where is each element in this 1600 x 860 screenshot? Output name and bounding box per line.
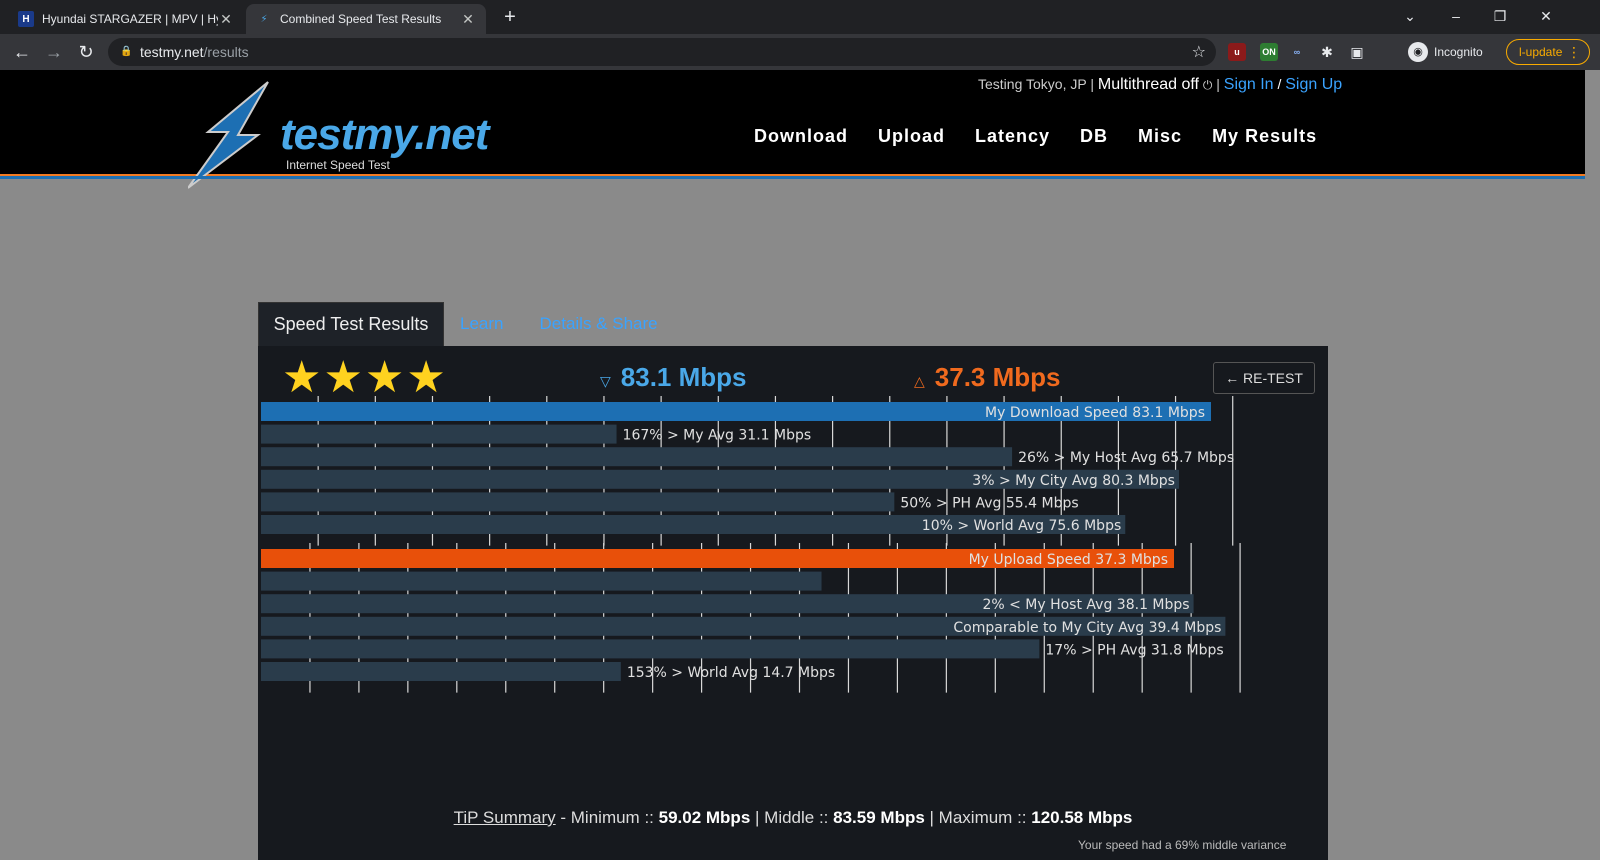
side-panel-icon[interactable]: ▣ [1348, 43, 1366, 61]
comparison-bar [261, 571, 822, 591]
bar-label: 167% > My Avg 31.1 Mbps [623, 428, 812, 444]
lightning-bolt-icon [187, 81, 269, 189]
browser-tab-hyundai[interactable]: H Hyundai STARGAZER | MPV | Hyu ✕ [8, 4, 244, 34]
nav-upload[interactable]: Upload [878, 126, 945, 147]
comparison-bar-chart: My Download Speed 83.1 Mbps 167% > My Avg… [261, 396, 1241, 693]
tab-search-icon[interactable]: ⌄ [1390, 4, 1430, 28]
close-tab-icon[interactable]: ✕ [218, 11, 234, 28]
nav-my-results[interactable]: My Results [1212, 126, 1317, 147]
sign-up-link[interactable]: Sign Up [1285, 76, 1342, 93]
lock-icon: 🔒 [120, 46, 133, 57]
comparison-bar [261, 662, 621, 681]
glasses-extension-icon[interactable]: ∞ [1288, 43, 1306, 61]
incognito-profile-button[interactable]: ◉ Incognito [1408, 41, 1483, 63]
logo-wordmark: testmy.net [280, 110, 489, 159]
extensions-puzzle-icon[interactable]: ✱ [1318, 43, 1336, 61]
update-button[interactable]: l-update ⋮ [1506, 39, 1590, 65]
tab-details-share[interactable]: Details & Share [539, 314, 657, 334]
tip-summary: TiP Summary - Minimum :: 59.02 Mbps | Mi… [453, 808, 1133, 827]
browser-tab-speedtest[interactable]: ⚡ Combined Speed Test Results ✕ [246, 4, 486, 34]
close-window-button[interactable]: ✕ [1526, 4, 1566, 28]
results-panel: ★★★★ ▽ 83.1 Mbps △ 37.3 Mbps ← RE-TEST My … [258, 346, 1328, 860]
bar-label: My Download Speed 83.1 Mbps [985, 405, 1205, 421]
logo-subtitle: Internet Speed Test [286, 158, 390, 172]
sign-in-link[interactable]: Sign In [1224, 76, 1274, 93]
back-icon[interactable]: ← [10, 40, 34, 64]
results-tabs: Speed Test Results Learn Details & Share [258, 302, 658, 346]
bar-label: 153% > World Avg 14.7 Mbps [627, 665, 835, 681]
bar-label: 50% > PH Avg 55.4 Mbps [900, 495, 1078, 511]
main-nav: Download Upload Latency DB Misc My Resul… [754, 126, 1317, 147]
site-header: Testing Tokyo, JP | Multithread off ⏻ | … [0, 70, 1585, 189]
nav-misc[interactable]: Misc [1138, 126, 1182, 147]
new-tab-button[interactable]: + [498, 6, 522, 30]
bookmark-star-icon[interactable]: ☆ [1192, 42, 1206, 62]
status-line: Testing Tokyo, JP | Multithread off ⏻ | … [978, 76, 1343, 93]
browser-toolbar: ← → ↻ 🔒 testmy.net /results ☆ u ON ∞ ✱ ▣… [0, 34, 1600, 70]
on-extension-icon[interactable]: ON [1260, 43, 1278, 61]
tip-max: 120.58 Mbps [1031, 808, 1133, 827]
tab-title: Combined Speed Test Results [280, 12, 442, 26]
tip-mid: 83.59 Mbps [833, 808, 925, 827]
tab-title: Hyundai STARGAZER | MPV | Hyu [42, 12, 218, 26]
bar-label: Comparable to My City Avg 39.4 Mbps [953, 620, 1221, 636]
reload-icon[interactable]: ↻ [74, 40, 98, 64]
testmy-favicon-icon: ⚡ [260, 13, 268, 25]
kebab-menu-icon[interactable]: ⋮ [1567, 44, 1581, 61]
comparison-bar [261, 492, 895, 512]
bar-label: 17% > PH Avg 31.8 Mbps [1045, 642, 1223, 658]
url-host: testmy.net [140, 44, 204, 60]
browser-tab-bar: H Hyundai STARGAZER | MPV | Hyu ✕ ⚡ Comb… [0, 0, 1600, 34]
multithread-status[interactable]: Multithread off [1098, 76, 1199, 93]
test-location: Testing Tokyo, JP [978, 76, 1087, 92]
forward-icon[interactable]: → [42, 40, 66, 64]
tip-min: 59.02 Mbps [658, 808, 751, 827]
incognito-label: Incognito [1434, 45, 1483, 59]
update-label: l-update [1519, 45, 1563, 59]
ublock-extension-icon[interactable]: u [1228, 43, 1246, 61]
close-tab-icon[interactable]: ✕ [460, 11, 476, 28]
restore-button[interactable]: ❐ [1480, 4, 1520, 28]
bar-label: 26% > My Host Avg 65.7 Mbps [1018, 450, 1234, 466]
bar-label: 3% > My City Avg 80.3 Mbps [972, 473, 1175, 489]
tip-summary-link[interactable]: TiP Summary [454, 808, 556, 827]
tab-speed-test-results[interactable]: Speed Test Results [258, 302, 444, 346]
bar-label: 2% < My Host Avg 38.1 Mbps [982, 597, 1189, 613]
comparison-bar [261, 639, 1040, 659]
address-bar[interactable]: 🔒 testmy.net /results ☆ [108, 38, 1216, 66]
bar-label: My Upload Speed 37.3 Mbps [969, 552, 1168, 568]
minimize-button[interactable]: – [1436, 4, 1476, 28]
incognito-icon: ◉ [1408, 42, 1428, 62]
tab-learn[interactable]: Learn [460, 314, 503, 334]
nav-download[interactable]: Download [754, 126, 848, 147]
url-path: /results [203, 44, 249, 60]
variance-note: Your speed had a 69% middle variance [1078, 838, 1287, 852]
bar-label: 10% > World Avg 75.6 Mbps [922, 518, 1121, 534]
hyundai-favicon-icon: H [18, 11, 34, 27]
site-logo[interactable]: testmy.net Internet Speed Test [187, 80, 498, 190]
power-icon[interactable]: ⏻ [1203, 78, 1213, 92]
nav-db[interactable]: DB [1080, 126, 1108, 147]
comparison-bar [261, 424, 617, 444]
nav-latency[interactable]: Latency [975, 126, 1050, 147]
comparison-bar [261, 447, 1013, 467]
